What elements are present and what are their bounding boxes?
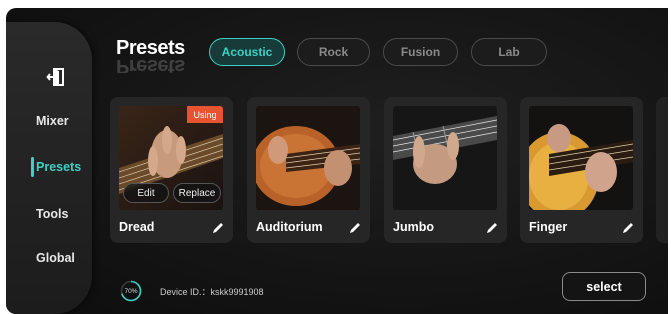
preset-name: Finger: [529, 220, 568, 234]
tab-fusion[interactable]: Fusion: [383, 38, 458, 66]
preset-card-auditorium[interactable]: Auditorium: [247, 97, 370, 243]
sidebar-item-tools[interactable]: Tools: [20, 202, 90, 226]
preset-image-dread: Using Edit Replace: [119, 106, 223, 210]
sidebar-item-global[interactable]: Global: [20, 246, 90, 270]
pencil-icon[interactable]: [211, 221, 225, 235]
preset-name: Auditorium: [256, 220, 323, 234]
device-id: Device ID.：kskk9991908: [160, 287, 264, 297]
pencil-icon[interactable]: [621, 221, 635, 235]
sidebar: Mixer Presets Tools Global: [6, 22, 92, 314]
sidebar-item-presets[interactable]: Presets: [20, 155, 90, 179]
using-badge: Using: [187, 106, 223, 123]
preset-card-dread[interactable]: Using Edit Replace Dread: [110, 97, 233, 243]
replace-button[interactable]: Replace: [173, 183, 221, 203]
page-title: Presets: [116, 37, 185, 59]
tab-lab[interactable]: Lab: [471, 38, 547, 66]
pencil-icon[interactable]: [348, 221, 362, 235]
app-window: Mixer Presets Tools Global Presets Prese…: [6, 8, 668, 314]
preset-image-finger: [529, 106, 633, 210]
preset-card-jumbo[interactable]: Jumbo: [384, 97, 507, 243]
tab-rock[interactable]: Rock: [297, 38, 370, 66]
progress-label: 70%: [124, 287, 138, 295]
preset-card-finger[interactable]: Finger: [520, 97, 643, 243]
page-title-reflection: Presets: [116, 59, 185, 73]
preset-name: Dread: [119, 220, 155, 234]
exit-door-icon[interactable]: [46, 66, 68, 88]
preset-name: Jumbo: [393, 220, 434, 234]
sidebar-item-mixer[interactable]: Mixer: [20, 109, 90, 133]
select-button[interactable]: select: [562, 272, 646, 301]
edit-button[interactable]: Edit: [123, 183, 169, 203]
next-card-partial[interactable]: [656, 97, 668, 243]
pencil-icon[interactable]: [485, 221, 499, 235]
preset-image-auditorium: [256, 106, 360, 210]
tab-acoustic[interactable]: Acoustic: [209, 38, 285, 66]
preset-image-jumbo: [393, 106, 497, 210]
